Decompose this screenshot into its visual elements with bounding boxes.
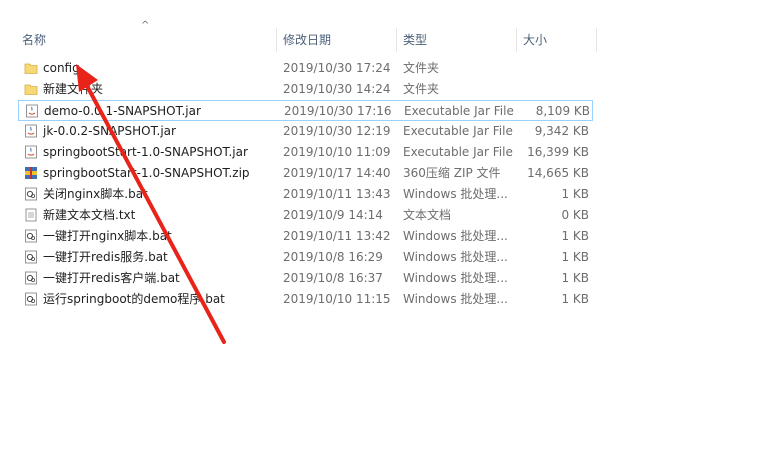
file-size: 0 KB: [561, 208, 589, 222]
file-name: config: [43, 61, 80, 75]
bat-icon: [24, 271, 38, 285]
txt-icon: [24, 208, 38, 222]
file-row[interactable]: 一键打开redis服务.bat 2019/10/8 16:29 Windows 批处…: [18, 247, 593, 268]
file-type: Executable Jar File: [403, 124, 513, 138]
file-size: 1 KB: [561, 271, 589, 285]
file-date-modified: 2019/10/8 16:29: [283, 250, 383, 264]
column-divider[interactable]: [396, 28, 397, 52]
file-size: 1 KB: [561, 187, 589, 201]
file-size: [523, 79, 589, 100]
column-header-type[interactable]: 类型: [403, 32, 427, 52]
jar-icon: [24, 145, 38, 159]
file-date-modified: 2019/10/11 13:43: [283, 187, 391, 201]
file-row[interactable]: 关闭nginx脚本.bat 2019/10/11 13:43 Windows 批处理…: [18, 184, 593, 205]
file-type: Windows 批处理...: [403, 292, 508, 306]
file-name: 关闭nginx脚本.bat: [43, 187, 148, 201]
file-type: Windows 批处理...: [403, 187, 508, 201]
file-row[interactable]: springbootStart-1.0-SNAPSHOT.zip 2019/10/…: [18, 163, 593, 184]
file-row[interactable]: jk-0.0.2-SNAPSHOT.jar 2019/10/30 12:19 Exe…: [18, 121, 593, 142]
file-type: Windows 批处理...: [403, 229, 508, 243]
file-date-modified: 2019/10/30 17:16: [284, 104, 392, 118]
column-divider[interactable]: [276, 28, 277, 52]
file-type: Windows 批处理...: [403, 271, 508, 285]
jar-icon: [24, 124, 38, 138]
file-row[interactable]: 一键打开redis客户端.bat 2019/10/8 16:37 Windows 批…: [18, 268, 593, 289]
file-row[interactable]: 新建文件夹 2019/10/30 14:24 文件夹: [18, 79, 593, 100]
file-date-modified: 2019/10/30 14:24: [283, 82, 391, 96]
file-size: 14,665 KB: [527, 166, 589, 180]
file-type: 文件夹: [403, 82, 440, 96]
file-date-modified: 2019/10/30 12:19: [283, 124, 391, 138]
file-date-modified: 2019/10/30 17:24: [283, 61, 391, 75]
bat-icon: [24, 229, 38, 243]
column-header-date-modified[interactable]: 修改日期: [283, 32, 331, 52]
file-name: 一键打开redis客户端.bat: [43, 271, 180, 285]
file-type: Windows 批处理...: [403, 250, 508, 264]
file-row[interactable]: 新建文本文档.txt 2019/10/9 14:14 文本文档 0 KB: [18, 205, 593, 226]
bat-icon: [24, 250, 38, 264]
file-size: [523, 58, 589, 79]
file-row[interactable]: config 2019/10/30 17:24 文件夹: [18, 58, 593, 79]
file-size: 8,109 KB: [535, 104, 590, 118]
file-size: 1 KB: [561, 229, 589, 243]
file-name: jk-0.0.2-SNAPSHOT.jar: [43, 124, 176, 138]
file-size: 9,342 KB: [534, 124, 589, 138]
column-divider[interactable]: [516, 28, 517, 52]
jar-icon: [25, 104, 39, 118]
file-size: 16,399 KB: [527, 145, 589, 159]
file-size: 1 KB: [561, 292, 589, 306]
file-size: 1 KB: [561, 250, 589, 264]
file-date-modified: 2019/10/17 14:40: [283, 166, 391, 180]
file-name: 新建文件夹: [43, 82, 104, 96]
file-type: 文本文档: [403, 208, 452, 222]
file-type: 360压缩 ZIP 文件: [403, 166, 501, 180]
column-header-size[interactable]: 大小: [523, 32, 547, 52]
file-type: Executable Jar File: [404, 104, 514, 118]
bat-icon: [24, 187, 38, 201]
file-name: 运行springboot的demo程序.bat: [43, 292, 225, 306]
file-type: Executable Jar File: [403, 145, 513, 159]
column-divider[interactable]: [596, 28, 597, 52]
file-name: 一键打开redis服务.bat: [43, 250, 168, 264]
file-date-modified: 2019/10/10 11:09: [283, 145, 391, 159]
file-row[interactable]: 运行springboot的demo程序.bat 2019/10/10 11:15 W…: [18, 289, 593, 310]
file-date-modified: 2019/10/10 11:15: [283, 292, 391, 306]
file-row[interactable]: 一键打开nginx脚本.bat 2019/10/11 13:42 Windows 批…: [18, 226, 593, 247]
zip-icon: [24, 166, 38, 180]
file-name: springbootStart-1.0-SNAPSHOT.zip: [43, 166, 250, 180]
folder-icon: [24, 61, 38, 75]
file-row[interactable]: springbootStart-1.0-SNAPSHOT.jar 2019/10/…: [18, 142, 593, 163]
file-name: springbootStart-1.0-SNAPSHOT.jar: [43, 145, 248, 159]
file-date-modified: 2019/10/11 13:42: [283, 229, 391, 243]
folder-icon: [24, 82, 38, 96]
sort-ascending-icon: ^: [141, 20, 150, 31]
file-date-modified: 2019/10/8 16:37: [283, 271, 383, 285]
file-name: demo-0.0.1-SNAPSHOT.jar: [44, 104, 201, 118]
file-row[interactable]: demo-0.0.1-SNAPSHOT.jar 2019/10/30 17:16 E…: [18, 100, 593, 121]
column-header-bar: ^ 名称 修改日期 类型 大小: [0, 0, 767, 56]
file-type: 文件夹: [403, 61, 440, 75]
file-name: 新建文本文档.txt: [43, 208, 136, 222]
column-header-name[interactable]: 名称: [22, 32, 46, 52]
bat-icon: [24, 292, 38, 306]
file-date-modified: 2019/10/9 14:14: [283, 208, 383, 222]
file-name: 一键打开nginx脚本.bat: [43, 229, 172, 243]
